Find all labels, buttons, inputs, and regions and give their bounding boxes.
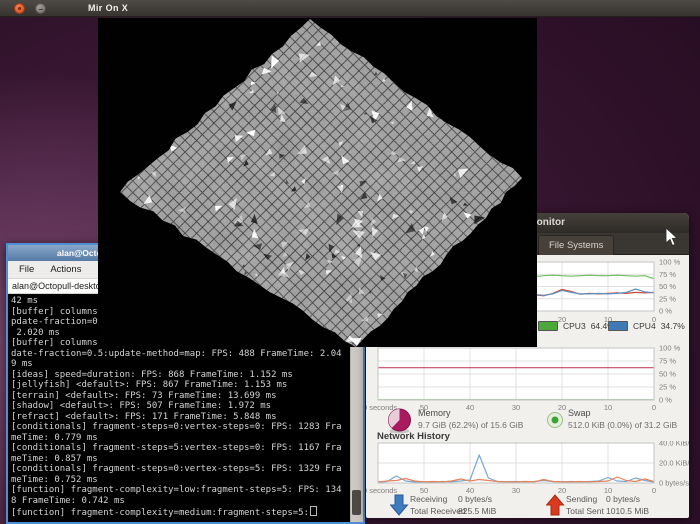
- svg-text:25 %: 25 %: [659, 383, 676, 392]
- swap-detail: 512.0 KiB (0.0%) of 31.2 GiB: [568, 420, 677, 430]
- terminal-line: [terrain] <default>: FPS: 73 FrameTime: …: [11, 391, 350, 402]
- svg-text:50 %: 50 %: [659, 370, 676, 379]
- sending-value: 0 bytes/s: [606, 494, 640, 504]
- svg-text:100 %: 100 %: [659, 344, 681, 353]
- terminal-line: meTime: 0.857 ms: [11, 454, 350, 465]
- svg-text:20.0 KiB/s: 20.0 KiB/s: [659, 459, 689, 468]
- memory-detail: 9.7 GiB (62.2%) of 15.6 GiB: [418, 420, 523, 430]
- network-history-chart: 40.0 KiB/s20.0 KiB/s0 bytes/s60 seconds5…: [366, 441, 689, 499]
- receiving-value: 0 bytes/s: [458, 494, 492, 504]
- svg-text:40.0 KiB/s: 40.0 KiB/s: [659, 441, 689, 448]
- top-panel: Mir On X: [0, 0, 700, 17]
- svg-text:0 %: 0 %: [659, 307, 672, 316]
- terminal-line: meTime: 0.752 ms: [11, 475, 350, 486]
- total-sent-value: 1010.5 MiB: [606, 506, 649, 516]
- svg-text:50 %: 50 %: [659, 282, 676, 291]
- terminal-line: [refract] <default>: FPS: 171 FrameTime:…: [11, 412, 350, 423]
- terminal-line: [function] fragment-complexity=low:fragm…: [11, 485, 350, 496]
- window-title: Mir On X: [88, 0, 128, 16]
- terminal-line: [jellyfish] <default>: FPS: 867 FrameTim…: [11, 380, 350, 391]
- terminal-line: 9 ms: [11, 359, 350, 370]
- terminal-cursor: [310, 506, 317, 516]
- memory-label: Memory: [418, 408, 451, 418]
- receiving-arrow-icon: [390, 494, 409, 517]
- close-button[interactable]: [14, 3, 25, 14]
- cpu-legend-item: CPU4 34.7%: [608, 321, 685, 331]
- terminal-line: [conditionals] fragment-steps=5:vertex-s…: [11, 443, 350, 454]
- sending-label: Sending: [566, 494, 597, 504]
- svg-text:75 %: 75 %: [659, 357, 676, 366]
- svg-text:100 %: 100 %: [659, 258, 681, 267]
- terminal-line: [shadow] <default>: FPS: 507 FrameTime: …: [11, 401, 350, 412]
- legend-label: CPU4: [633, 321, 656, 331]
- total-received-value: 825.5 MiB: [458, 506, 496, 516]
- menu-file[interactable]: File: [11, 262, 42, 277]
- network-legend: Receiving 0 bytes/s Total Received 825.5…: [366, 493, 689, 518]
- legend-value: 34.7%: [661, 321, 685, 331]
- swap-label: Swap: [568, 408, 591, 418]
- terminal-line: [conditionals] fragment-steps=0:vertex-s…: [11, 464, 350, 475]
- svg-text:25 %: 25 %: [659, 294, 676, 303]
- minimize-button[interactable]: [35, 3, 46, 14]
- svg-text:75 %: 75 %: [659, 270, 676, 279]
- svg-text:0 %: 0 %: [659, 396, 672, 405]
- legend-swatch: [608, 321, 628, 331]
- terminal-line: [ideas] speed=duration: FPS: 868 FrameTi…: [11, 370, 350, 381]
- terminal-line: meTime: 0.779 ms: [11, 433, 350, 444]
- terminal-line: [function] fragment-complexity=medium:fr…: [11, 506, 350, 519]
- swap-pie-icon: [546, 411, 564, 429]
- glmark2-mesh-scene: [98, 18, 537, 347]
- mouse-cursor: [665, 227, 679, 247]
- cpu-legend-item: CPU364.4%: [538, 321, 615, 331]
- total-sent-label: Total Sent: [566, 506, 604, 516]
- tab-file-systems[interactable]: File Systems: [538, 235, 614, 255]
- sending-arrow-icon: [546, 494, 565, 517]
- menu-actions[interactable]: Actions: [42, 262, 89, 277]
- receiving-label: Receiving: [410, 494, 447, 504]
- memory-swap-history-chart: 100 %75 %50 %25 %0 %60 seconds5040302010…: [366, 343, 689, 415]
- legend-swatch: [538, 321, 558, 331]
- scrollbar-thumb[interactable]: [352, 490, 361, 515]
- terminal-line: date-fraction=0.5:update-method=map: FPS…: [11, 349, 350, 360]
- svg-text:0 bytes/s: 0 bytes/s: [659, 479, 689, 488]
- mir-window: [98, 18, 537, 347]
- terminal-line: 8 FrameTime: 0.742 ms: [11, 496, 350, 507]
- terminal-line: [conditionals] fragment-steps=0:vertex-s…: [11, 422, 350, 433]
- legend-label: CPU3: [563, 321, 586, 331]
